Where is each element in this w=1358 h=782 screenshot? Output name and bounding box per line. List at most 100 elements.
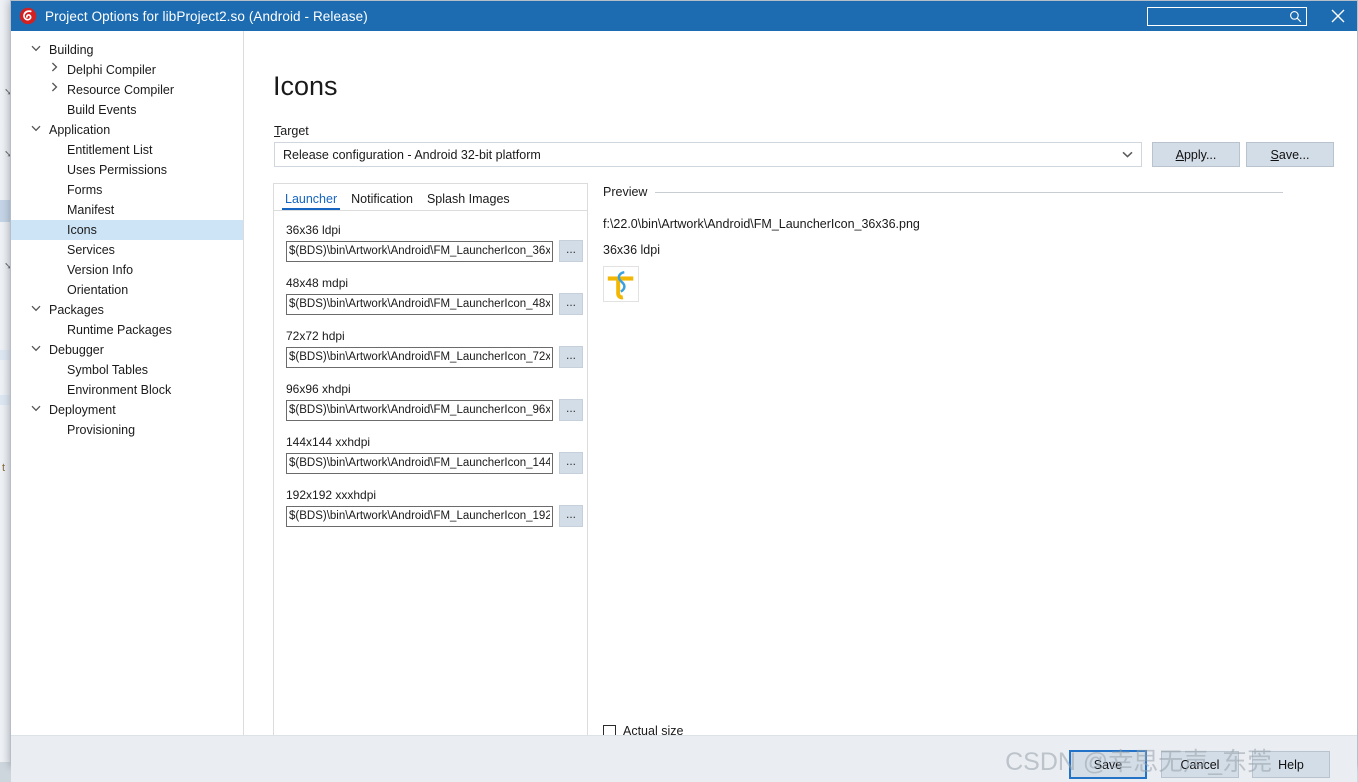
save-as-button[interactable]: Save... [1246, 142, 1334, 167]
sidebar-item-label: Manifest [67, 203, 115, 217]
icon-field-row: ... [286, 505, 587, 527]
sidebar-item-label: Services [67, 243, 115, 257]
sidebar-item-application[interactable]: Application [11, 120, 243, 140]
close-button[interactable] [1321, 1, 1355, 31]
chevron-down-icon [1113, 149, 1141, 161]
apply-mnemonic: A [1175, 147, 1184, 162]
sidebar-item-orientation[interactable]: Orientation [11, 280, 243, 300]
sidebar-item-label: Entitlement List [67, 143, 153, 157]
preview-header-rule [655, 191, 1283, 193]
sidebar-item-build-events[interactable]: Build Events [11, 100, 243, 120]
sidebar-item-uses-permissions[interactable]: Uses Permissions [11, 160, 243, 180]
gutter-text: t [2, 462, 6, 474]
browse-button[interactable]: ... [559, 293, 583, 315]
icon-field-label: 144x144 xxhdpi [286, 435, 371, 449]
sidebar-item-provisioning[interactable]: Provisioning [11, 420, 243, 440]
chevron-down-icon[interactable] [29, 340, 43, 360]
firemonkey-launcher-icon [603, 266, 639, 302]
preview-size: 36x36 ldpi [603, 243, 660, 257]
icon-field-item: 72x72 hdpi... [286, 329, 587, 382]
sidebar-item-label: Environment Block [67, 383, 172, 397]
save-top-mnemonic: S [1270, 147, 1279, 162]
icon-tabstrip[interactable]: Launcher Notification Splash Images [274, 184, 587, 211]
icon-path-input[interactable] [286, 452, 553, 474]
icon-field-row: ... [286, 452, 587, 474]
icons-tabpanel: Launcher Notification Splash Images 36x36 … [273, 183, 588, 745]
apply-button[interactable]: Apply... [1152, 142, 1240, 167]
browse-button[interactable]: ... [559, 452, 583, 474]
apply-label-rest: pply... [1183, 147, 1217, 162]
sidebar-item-manifest[interactable]: Manifest [11, 200, 243, 220]
sidebar-item-delphi-compiler[interactable]: Delphi Compiler [11, 60, 243, 80]
target-dropdown[interactable]: Release configuration - Android 32-bit p… [274, 142, 1142, 167]
icon-path-input[interactable] [286, 399, 553, 421]
page-title: Icons [273, 71, 338, 101]
options-tree[interactable]: Building Delphi Compiler Resource Compiler… [11, 31, 244, 735]
titlebar-search[interactable] [1147, 6, 1307, 27]
icon-field-item: 144x144 xxhdpi... [286, 435, 587, 488]
sidebar-item-entitlement-list[interactable]: Entitlement List [11, 140, 243, 160]
help-button[interactable]: Help [1252, 751, 1330, 778]
sidebar-item-version-info[interactable]: Version Info [11, 260, 243, 280]
sidebar-item-building[interactable]: Building [11, 40, 243, 60]
preview-header-label: Preview [603, 185, 648, 199]
icon-field-row: ... [286, 293, 587, 315]
dialog-body: Building Delphi Compiler Resource Compiler… [11, 31, 1357, 745]
icon-field-label: 36x36 ldpi [286, 223, 341, 237]
chevron-down-icon[interactable] [29, 400, 43, 420]
icon-field-list: 36x36 ldpi...48x48 mdpi...72x72 hdpi...9… [274, 211, 587, 541]
preview-header: Preview [603, 183, 1283, 201]
sidebar-item-label: Building [49, 43, 94, 57]
sidebar-item-forms[interactable]: Forms [11, 180, 243, 200]
chevron-down-icon[interactable] [29, 40, 43, 60]
tab-splash-images[interactable]: Splash Images [420, 192, 517, 210]
sidebar-item-label: Icons [67, 223, 97, 237]
sidebar-item-packages[interactable]: Packages [11, 300, 243, 320]
icon-path-input[interactable] [286, 505, 553, 527]
chevron-right-icon[interactable] [47, 60, 61, 80]
sidebar-item-environment-block[interactable]: Environment Block [11, 380, 243, 400]
chevron-down-icon[interactable] [29, 300, 43, 320]
cancel-button[interactable]: Cancel [1161, 751, 1239, 778]
icon-field-item: 48x48 mdpi... [286, 276, 587, 329]
close-icon [1331, 9, 1345, 23]
sidebar-item-services[interactable]: Services [11, 240, 243, 260]
icon-path-input[interactable] [286, 346, 553, 368]
sidebar-item-label: Orientation [67, 283, 129, 297]
sidebar-item-icons[interactable]: Icons [11, 220, 243, 240]
browse-button[interactable]: ... [559, 399, 583, 421]
icon-path-input[interactable] [286, 293, 553, 315]
search-icon [1289, 10, 1302, 23]
icon-path-input[interactable] [286, 240, 553, 262]
sidebar-item-label: Resource Compiler [67, 83, 174, 97]
options-content: Icons Target Release configuration - And… [244, 31, 1357, 745]
sidebar-item-deployment[interactable]: Deployment [11, 400, 243, 420]
browse-button[interactable]: ... [559, 240, 583, 262]
sidebar-item-label: Runtime Packages [67, 323, 172, 337]
sidebar-item-debugger[interactable]: Debugger [11, 340, 243, 360]
browse-button[interactable]: ... [559, 346, 583, 368]
icon-field-item: 192x192 xxxhdpi... [286, 488, 587, 541]
search-input[interactable] [1151, 7, 1287, 27]
sidebar-item-label: Delphi Compiler [67, 63, 156, 77]
sidebar-item-resource-compiler[interactable]: Resource Compiler [11, 80, 243, 100]
sidebar-item-runtime-packages[interactable]: Runtime Packages [11, 320, 243, 340]
delphi-icon [19, 7, 37, 25]
dialog-footer: Save Cancel Help [11, 735, 1357, 782]
target-dropdown-value: Release configuration - Android 32-bit p… [283, 147, 541, 162]
sidebar-item-symbol-tables[interactable]: Symbol Tables [11, 360, 243, 380]
target-label: Target [274, 124, 309, 138]
tab-launcher[interactable]: Launcher [278, 192, 344, 210]
tab-notification[interactable]: Notification [344, 192, 420, 210]
browse-button[interactable]: ... [559, 505, 583, 527]
sidebar-item-label: Application [49, 123, 111, 137]
sidebar-item-label: Deployment [49, 403, 116, 417]
chevron-down-icon[interactable] [29, 120, 43, 140]
dialog-title: Project Options for libProject2.so (Andr… [45, 8, 368, 24]
sidebar-item-label: Uses Permissions [67, 163, 168, 177]
icon-field-item: 36x36 ldpi... [286, 223, 587, 276]
icon-field-label: 192x192 xxxhdpi [286, 488, 377, 502]
chevron-right-icon[interactable] [47, 80, 61, 100]
save-button[interactable]: Save [1069, 750, 1147, 779]
icon-field-label: 48x48 mdpi [286, 276, 349, 290]
